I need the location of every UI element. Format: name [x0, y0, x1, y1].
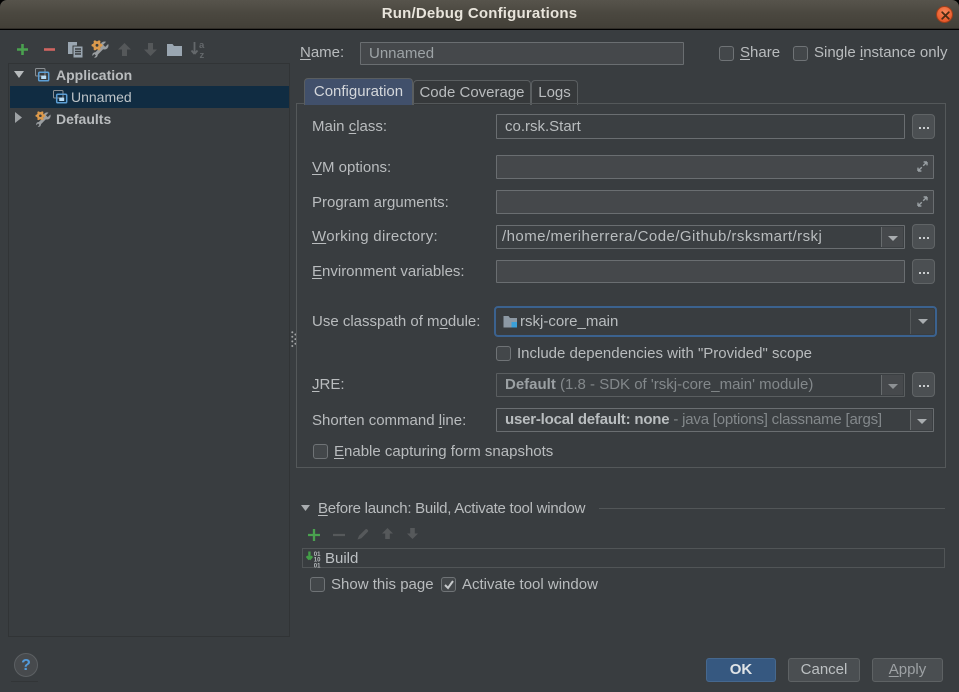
svg-text:z: z [200, 50, 205, 59]
svg-text:01: 01 [314, 563, 321, 568]
